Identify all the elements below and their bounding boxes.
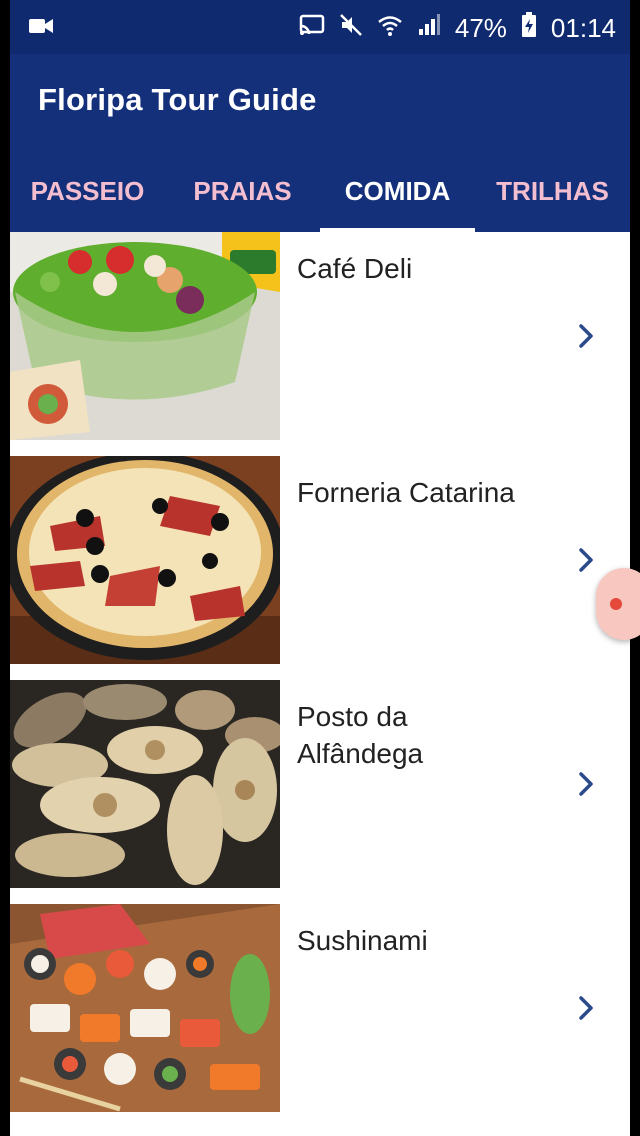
battery-icon [521,12,537,43]
floating-touch-indicator[interactable] [596,568,640,640]
record-dot-icon [610,598,622,610]
tab-trilhas[interactable]: TRILHAS [475,150,630,232]
chevron-right-icon[interactable] [576,322,596,350]
oysters-photo [10,680,280,888]
status-bar: 47% 01:14 [10,0,630,54]
list-item[interactable]: Posto da Alfândega [10,680,630,888]
signal-icon [417,13,441,42]
app-title: Floripa Tour Guide [38,82,317,117]
wifi-icon [377,13,403,42]
list-item[interactable]: Forneria Catarina [10,456,630,664]
list-item[interactable]: Café Deli [10,232,630,440]
tab-bar: PASSEIO PRAIAS COMIDA TRILHAS [10,150,630,232]
tab-comida[interactable]: COMIDA [320,150,475,232]
chevron-right-icon[interactable] [576,546,596,574]
tab-praias[interactable]: PRAIAS [165,150,320,232]
sushi-platter-photo [10,904,280,1112]
clock: 01:14 [550,12,616,43]
cast-icon [299,14,325,41]
place-name: Forneria Catarina [297,477,515,508]
tab-passeio[interactable]: PASSEIO [10,150,165,232]
pizza-photo [10,456,280,664]
mute-icon [339,13,363,42]
places-list: Café Deli Forneria Catarina Posto da Alf… [10,232,630,1128]
place-name: Sushinami [297,925,428,956]
app-bar: Floripa Tour Guide [10,54,630,150]
place-name: Café Deli [297,253,413,284]
battery-percent: 47% [454,12,507,43]
phone-screen: 47% 01:14 Floripa Tour Guide PASSEIO PRA… [10,0,630,1136]
chevron-right-icon[interactable] [576,994,596,1022]
list-item[interactable]: Sushinami [10,904,630,1112]
place-name: Posto da Alfândega [297,701,424,769]
chevron-right-icon[interactable] [576,770,596,798]
video-icon [28,16,54,41]
salad-bowl-photo [10,232,280,440]
